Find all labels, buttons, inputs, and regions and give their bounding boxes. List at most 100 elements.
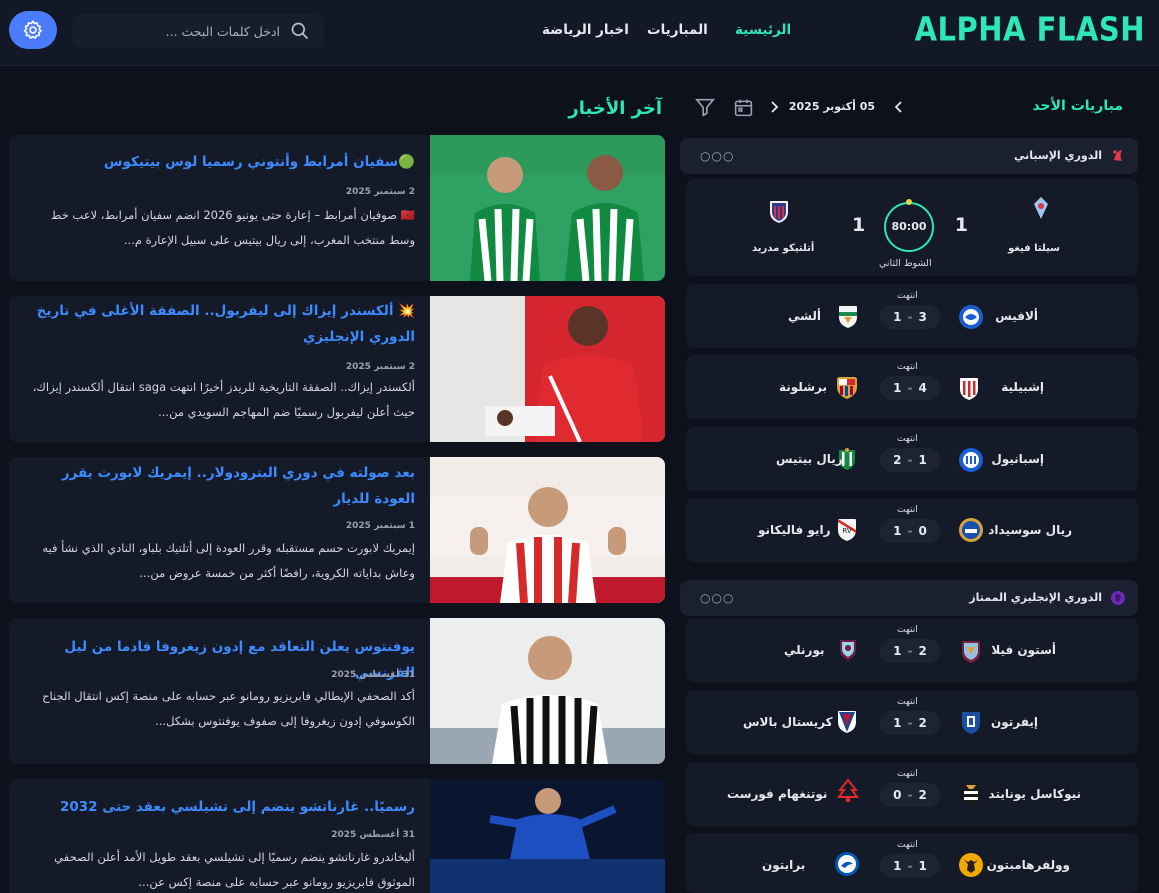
svg-text:RV: RV (842, 527, 851, 535)
match-row[interactable]: ألافيس انتهت 1-3 ألشي (686, 284, 1138, 348)
news-headline[interactable]: بعد صولته في دوري البترودولار.. إيمريك ل… (25, 460, 415, 512)
match-status: انتهت (897, 291, 918, 301)
barcelona-logo-icon (837, 377, 857, 399)
score-box: 0-2 (880, 783, 940, 807)
match-row[interactable]: إشبيلية انتهت 1-4 برشلونة (686, 355, 1138, 419)
league-name: الدوري الإسباني (1014, 149, 1102, 162)
home-team-name: إشبيلية (1001, 380, 1044, 394)
news-excerpt: ألكسندر إيزاك.. الصفقة التاريخية للريدز … (32, 380, 415, 419)
match-row[interactable]: إيفرتون انتهت 1-2 كريستال بالاس (686, 690, 1138, 754)
settings-button[interactable] (9, 11, 57, 49)
news-date: 31 أغسطس 2025 (331, 830, 415, 840)
search-input[interactable] (90, 14, 280, 48)
match-status: انتهت (897, 362, 918, 372)
score-box: 1-2 (880, 639, 940, 663)
away-team-name: ألشي (788, 309, 821, 323)
nottingham-forest-logo-icon (837, 778, 859, 802)
news-excerpt: إيمريك لابورت حسم مستقبله وقرر العودة إل… (42, 541, 415, 580)
chevron-right-icon[interactable] (768, 100, 780, 114)
nav-sports-news[interactable]: اخبار الرياضة (542, 22, 629, 38)
match-period: الشوط الثاني (879, 258, 932, 269)
chevron-left-icon[interactable] (893, 100, 905, 114)
match-row[interactable]: أستون فيلا انتهت 1-2 بورنلي (686, 618, 1138, 682)
news-card[interactable]: بعد صولته في دوري البترودولار.. إيمريك ل… (9, 457, 665, 603)
burnley-logo-icon (840, 640, 856, 660)
news-excerpt: أكد الصحفي الإيطالي فابريزيو رومانو عبر … (42, 689, 415, 728)
match-row[interactable]: ريال سوسيداد انتهت 1-0 RV رايو فاليكانو (686, 498, 1138, 562)
news-image[interactable] (430, 457, 665, 603)
more-options-icon[interactable]: ○○○ (700, 149, 734, 163)
home-score: 1 (954, 214, 968, 236)
wolves-logo-icon (959, 853, 983, 877)
away-team-name: برايتون (762, 858, 806, 872)
search-icon[interactable] (290, 21, 310, 41)
real-sociedad-logo-icon (959, 518, 983, 542)
everton-logo-icon (962, 712, 980, 734)
espanyol-logo-icon (959, 448, 983, 472)
news-date: 1 سبتمبر 2025 (345, 521, 415, 531)
away-team-name: أتلتيكو مدريد (752, 243, 815, 254)
premier-league-logo-icon (1111, 591, 1125, 605)
match-status: انتهت (897, 769, 918, 779)
match-status: انتهت (897, 434, 918, 444)
news-card[interactable]: 💥 ألكسندر إيزاك إلى ليفربول.. الصفقة الأ… (9, 296, 665, 442)
nav-matches[interactable]: المباريات (647, 22, 708, 38)
news-image[interactable] (430, 779, 665, 893)
featured-match-card[interactable]: سيلتا فيغو 1 80:00 الشوط الثاني 1 أتلتيك… (686, 179, 1138, 276)
score-box: 1-4 (880, 376, 940, 400)
news-headline[interactable]: 🟢سفيان أمرابط وأنتوني رسميا لوس بيتيكوس (25, 149, 415, 175)
away-score: 1 (852, 214, 866, 236)
match-row[interactable]: إسبانيول انتهت 2-1 ريال بيتيس (686, 427, 1138, 491)
match-status: انتهت (897, 697, 918, 707)
news-headline[interactable]: رسميًا.. غارناتشو ينضم إلى تشيلسي بعقد ح… (25, 794, 415, 820)
home-team-name: نيوكاسل يونايتد (988, 787, 1081, 801)
news-image[interactable] (430, 135, 665, 281)
news-image[interactable] (430, 296, 665, 442)
score-box: 1-3 (880, 305, 940, 329)
away-team-name: نوتنغهام فورست (727, 787, 828, 801)
score-box: 2-1 (880, 448, 940, 472)
news-image[interactable] (430, 618, 665, 764)
home-team-name: إيفرتون (991, 715, 1038, 729)
news-excerpt: 🇲🇦 صوفيان أمرابط – إعارة حتى يونيو 2026 … (50, 208, 415, 247)
filter-icon[interactable] (694, 96, 716, 118)
home-team-name: سيلتا فيغو (1008, 243, 1060, 254)
calendar-icon[interactable] (733, 97, 754, 118)
news-card[interactable]: رسميًا.. غارناتشو ينضم إلى تشيلسي بعقد ح… (9, 779, 665, 893)
news-card[interactable]: 🟢سفيان أمرابط وأنتوني رسميا لوس بيتيكوس … (9, 135, 665, 281)
match-status: انتهت (897, 625, 918, 635)
clock-indicator (906, 199, 912, 205)
home-team-name: وولفرهامبتون (986, 858, 1070, 872)
match-row[interactable]: نيوكاسل يونايتد انتهت 0-2 نوتنغهام فورست (686, 762, 1138, 826)
celta-vigo-logo-icon (1034, 197, 1048, 219)
rayo-vallecano-logo-icon: RV (838, 519, 856, 541)
home-team-name: ريال سوسيداد (988, 523, 1072, 537)
top-header: ALPHA FLASH الرئيسية المباريات اخبار الر… (0, 0, 1159, 66)
league-header-premier-league[interactable]: الدوري الإنجليزي الممتاز ○○○ (680, 580, 1138, 616)
news-card[interactable]: يوفنتوس يعلن التعاقد مع إدون زيغروفا قاد… (9, 618, 665, 764)
away-team-name: برشلونة (779, 380, 827, 394)
score-box: 1-1 (880, 854, 940, 878)
more-options-icon[interactable]: ○○○ (700, 591, 734, 605)
home-team-name: إسبانيول (991, 452, 1044, 466)
news-excerpt: أليخاندرو غارناتشو ينضم رسميًا إلى تشيلس… (54, 850, 415, 889)
search-box (72, 14, 324, 48)
match-status: انتهت (897, 505, 918, 515)
away-team-name: رايو فاليكانو (758, 523, 831, 537)
news-headline[interactable]: 💥 ألكسندر إيزاك إلى ليفربول.. الصفقة الأ… (25, 298, 415, 350)
brighton-logo-icon (835, 852, 859, 876)
league-header-laliga[interactable]: الدوري الإسباني ○○○ (680, 138, 1138, 174)
away-team-name: بورنلي (784, 643, 825, 657)
nav-home[interactable]: الرئيسية (735, 22, 791, 38)
away-team-name: كريستال بالاس (743, 715, 833, 729)
league-name: الدوري الإنجليزي الممتاز (969, 591, 1102, 604)
laliga-logo-icon (1113, 150, 1122, 161)
match-row[interactable]: وولفرهامبتون انتهت 1-1 برايتون (686, 833, 1138, 893)
alaves-logo-icon (959, 305, 983, 329)
sevilla-logo-icon (960, 378, 978, 400)
newcastle-logo-icon (962, 784, 980, 806)
news-date: 2 سبتمبر 2025 (345, 362, 415, 372)
away-team-name: ريال بيتيس (776, 452, 843, 466)
home-team-name: أستون فيلا (991, 643, 1056, 657)
news-section-title: آخر الأخبار (568, 98, 662, 119)
